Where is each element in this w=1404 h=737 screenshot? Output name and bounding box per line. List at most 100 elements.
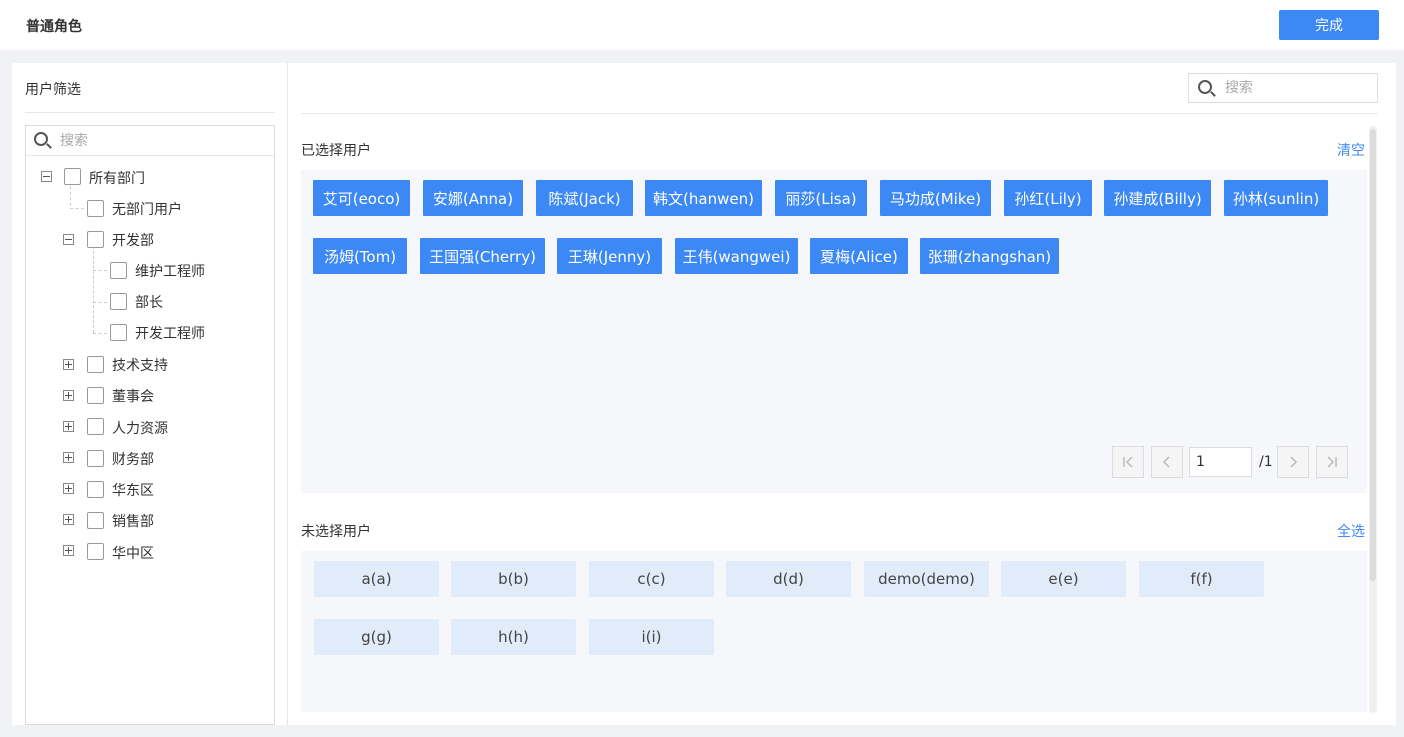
user-search xyxy=(1188,73,1378,103)
first-page-icon xyxy=(1123,456,1133,468)
selected-user-chip[interactable]: 丽莎(Lisa) xyxy=(775,180,867,216)
selected-users-panel: 艾可(eoco) 安娜(Anna) 陈斌(Jack) 韩文(hanwen) 丽莎… xyxy=(301,170,1367,493)
expand-icon[interactable] xyxy=(63,359,74,370)
page-title: 普通角色 xyxy=(26,19,82,35)
scrollbar[interactable] xyxy=(1369,126,1377,713)
users-panel: 已选择用户 清空 艾可(eoco) 安娜(Anna) 陈斌(Jack) 韩文(h… xyxy=(289,63,1396,725)
unselected-user-chip[interactable]: c(c) xyxy=(589,561,714,597)
chevron-left-icon xyxy=(1162,456,1170,468)
tree-label-minister[interactable]: 部长 xyxy=(135,292,163,312)
selected-users-title: 已选择用户 xyxy=(301,143,371,159)
user-search-input[interactable] xyxy=(1225,78,1365,98)
tree-label-all-departments[interactable]: 所有部门 xyxy=(89,168,145,188)
divider xyxy=(301,113,1378,114)
tree-line xyxy=(70,208,84,209)
unselected-user-chip[interactable]: demo(demo) xyxy=(864,561,989,597)
tree-label-dev-engineer[interactable]: 开发工程师 xyxy=(135,323,205,343)
expand-icon[interactable] xyxy=(63,514,74,525)
tree-line xyxy=(93,270,107,271)
expand-icon[interactable] xyxy=(63,390,74,401)
select-all-link[interactable]: 全选 xyxy=(1337,521,1365,541)
unselected-user-chip[interactable]: d(d) xyxy=(726,561,851,597)
divider xyxy=(25,112,275,113)
user-filter-panel: 用户筛选 所有部门 无部门用户 开发部 xyxy=(12,63,288,725)
expand-icon[interactable] xyxy=(63,421,74,432)
expand-icon[interactable] xyxy=(63,483,74,494)
checkbox-minister[interactable] xyxy=(110,293,127,310)
search-icon xyxy=(1198,80,1212,94)
tree-line xyxy=(93,333,107,334)
unselected-users-title: 未选择用户 xyxy=(301,524,371,540)
unselected-user-chip[interactable]: i(i) xyxy=(589,619,714,655)
selected-user-chip[interactable]: 王国强(Cherry) xyxy=(420,238,545,274)
tree-label-no-dept[interactable]: 无部门用户 xyxy=(112,199,182,219)
checkbox-hr[interactable] xyxy=(87,418,104,435)
tree-label-hr[interactable]: 人力资源 xyxy=(112,418,168,438)
checkbox-board[interactable] xyxy=(87,387,104,404)
selected-user-chip[interactable]: 孙红(Lily) xyxy=(1004,180,1092,216)
checkbox-tech-support[interactable] xyxy=(87,356,104,373)
checkbox-no-dept[interactable] xyxy=(87,200,104,217)
unselected-users-panel: a(a) b(b) c(c) d(d) demo(demo) e(e) f(f)… xyxy=(301,551,1367,712)
selected-user-chip[interactable]: 韩文(hanwen) xyxy=(645,180,762,216)
selected-user-chip[interactable]: 夏梅(Alice) xyxy=(810,238,908,274)
search-icon xyxy=(34,132,48,146)
checkbox-maintenance-engineer[interactable] xyxy=(110,262,127,279)
checkbox-dev-engineer[interactable] xyxy=(110,324,127,341)
scrollbar-thumb[interactable] xyxy=(1370,129,1376,581)
checkbox-central-china[interactable] xyxy=(87,543,104,560)
selected-user-chip[interactable]: 陈斌(Jack) xyxy=(536,180,633,216)
page-number-input[interactable] xyxy=(1189,447,1252,477)
done-button[interactable]: 完成 xyxy=(1279,10,1379,40)
top-bar: 普通角色 完成 xyxy=(0,0,1404,50)
selected-user-chip[interactable]: 张珊(zhangshan) xyxy=(920,238,1059,274)
tree-line xyxy=(70,186,71,206)
unselected-user-chip[interactable]: g(g) xyxy=(314,619,439,655)
selected-user-chip[interactable]: 汤姆(Tom) xyxy=(313,238,407,274)
selected-user-chip[interactable]: 安娜(Anna) xyxy=(423,180,523,216)
selected-user-chip[interactable]: 王琳(Jenny) xyxy=(557,238,662,274)
checkbox-east-china[interactable] xyxy=(87,481,104,498)
first-page-button[interactable] xyxy=(1112,446,1144,478)
tree-search xyxy=(26,126,274,156)
selected-user-chip[interactable]: 马功成(Mike) xyxy=(880,180,991,216)
dept-tree: 所有部门 无部门用户 开发部 维护工程师 部长 开发工程师 技术支持 董事会 xyxy=(25,125,275,725)
collapse-icon[interactable] xyxy=(41,171,52,182)
unselected-user-chip[interactable]: a(a) xyxy=(314,561,439,597)
checkbox-sales[interactable] xyxy=(87,512,104,529)
main-panel: 用户筛选 所有部门 无部门用户 开发部 xyxy=(12,63,1396,725)
unselected-user-chip[interactable]: b(b) xyxy=(451,561,576,597)
checkbox-dev-dept[interactable] xyxy=(87,231,104,248)
tree-search-input[interactable] xyxy=(60,130,260,152)
tree-label-central-china[interactable]: 华中区 xyxy=(112,543,154,563)
tree-label-sales[interactable]: 销售部 xyxy=(112,511,154,531)
tree-label-east-china[interactable]: 华东区 xyxy=(112,480,154,500)
selected-user-chip[interactable]: 孙建成(Billy) xyxy=(1104,180,1211,216)
expand-icon[interactable] xyxy=(63,545,74,556)
next-page-button[interactable] xyxy=(1277,446,1309,478)
expand-icon[interactable] xyxy=(63,452,74,463)
page-total: /1 xyxy=(1259,454,1273,470)
prev-page-button[interactable] xyxy=(1151,446,1183,478)
checkbox-all-departments[interactable] xyxy=(64,168,81,185)
unselected-user-chip[interactable]: e(e) xyxy=(1001,561,1126,597)
selected-user-chip[interactable]: 孙林(sunlin) xyxy=(1224,180,1328,216)
clear-link[interactable]: 清空 xyxy=(1337,140,1365,160)
tree-line xyxy=(93,246,94,333)
tree-label-board[interactable]: 董事会 xyxy=(112,386,154,406)
tree-label-finance[interactable]: 财务部 xyxy=(112,449,154,469)
checkbox-finance[interactable] xyxy=(87,450,104,467)
tree-label-maintenance-engineer[interactable]: 维护工程师 xyxy=(135,261,205,281)
filter-title: 用户筛选 xyxy=(25,82,81,98)
last-page-icon xyxy=(1327,456,1337,468)
selected-user-chip[interactable]: 王伟(wangwei) xyxy=(675,238,798,274)
selected-user-chip[interactable]: 艾可(eoco) xyxy=(313,180,410,216)
chevron-right-icon xyxy=(1290,456,1298,468)
tree-line xyxy=(93,302,107,303)
last-page-button[interactable] xyxy=(1316,446,1348,478)
tree-label-tech-support[interactable]: 技术支持 xyxy=(112,355,168,375)
unselected-user-chip[interactable]: h(h) xyxy=(451,619,576,655)
tree-label-dev-dept[interactable]: 开发部 xyxy=(112,230,154,250)
collapse-icon[interactable] xyxy=(63,234,74,245)
unselected-user-chip[interactable]: f(f) xyxy=(1139,561,1264,597)
